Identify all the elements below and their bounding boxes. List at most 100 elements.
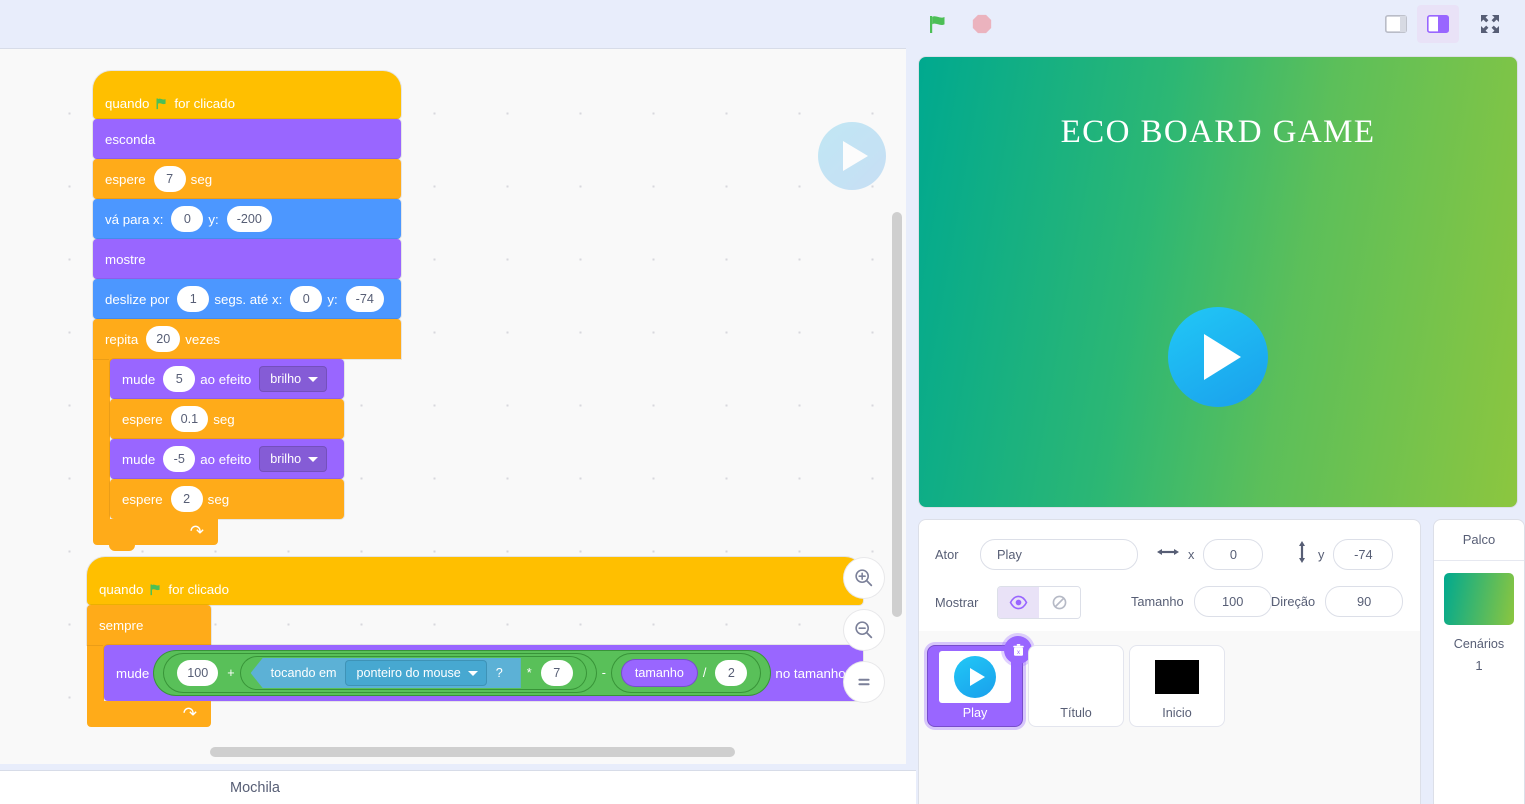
chevron-down-icon [308,376,319,382]
zoom-controls [844,558,884,702]
to-effect-label: ao efeito [200,371,252,387]
block-wait-2[interactable]: espere 2 seg [110,479,345,525]
glide-label: deslize por [105,291,170,307]
effect-value: brilho [270,372,302,386]
wait-label: espere [122,411,163,427]
block-glide-to-xy[interactable]: deslize por 1 segs. até x: 0 y: -74 [93,279,401,325]
stage-panel-header: Palco [1434,520,1524,561]
touching-label: tocando em [270,666,337,680]
forever-header[interactable]: sempre [87,605,211,651]
svg-text:x: x [1017,649,1020,655]
fullscreen-icon [1481,15,1499,33]
sprite-item-inicio[interactable]: Inicio [1129,645,1225,727]
sprite-item-titulo[interactable]: ECO BOARD GAME Título [1028,645,1124,727]
block-repeat-20[interactable]: repita 20 vezes mude 5 ao efeito brilho [93,319,401,551]
zoom-reset-button[interactable] [844,662,884,702]
block-show[interactable]: mostre [93,239,401,285]
green-flag-button[interactable] [922,8,954,40]
effect-dropdown[interactable]: brilho [259,446,328,472]
show-sprite-button[interactable] [998,587,1039,618]
size-input[interactable]: 100 [1193,586,1272,617]
sensing-touching-block[interactable]: tocando em ponteiro do mouse ? [250,658,521,688]
stop-button[interactable] [966,8,998,40]
add-left-input[interactable]: 100 [177,660,219,686]
block-change-brightness-down[interactable]: mude -5 ao efeito brilho [110,439,345,485]
wait-seconds-input[interactable]: 0.1 [170,406,209,432]
glide-seconds-input[interactable]: 1 [177,286,210,312]
fullscreen-button[interactable] [1469,5,1511,43]
wait-seconds-input[interactable]: 2 [170,486,203,512]
divide-sign: / [702,666,707,680]
size-reporter[interactable]: tamanho [621,660,697,686]
effect-amount-input[interactable]: 5 [163,366,196,392]
block-forever[interactable]: sempre mude 100 + tocando em ponteiro do… [87,605,863,727]
workspace-vertical-scrollbar[interactable] [892,212,902,617]
touching-target-dropdown[interactable]: ponteiro do mouse [345,660,487,686]
block-when-flag-clicked-2[interactable]: quando for clicado [87,557,863,611]
operator-subtract[interactable]: 100 + tocando em ponteiro do mouse ? * 7… [154,651,771,695]
y-input[interactable]: -74 [1333,539,1394,570]
direction-row: Direção 90 [1271,586,1404,617]
chevron-down-icon [308,456,319,462]
sprite-name-label: Inicio [1162,706,1192,720]
repeat-times-input[interactable]: 20 [146,326,181,352]
glide-to-x-label: segs. até x: [214,291,283,307]
block-wait-point-1[interactable]: espere 0.1 seg [110,399,345,445]
script-block-stack-2[interactable]: quando for clicado sempre mude 100 + toc… [87,557,863,727]
goto-y-input[interactable]: -200 [226,206,272,232]
block-wait-7[interactable]: espere 7 seg [93,159,401,205]
hide-label: esconda [105,131,156,147]
times-sign: * [526,666,532,680]
operator-multiply[interactable]: tocando em ponteiro do mouse ? * 7 [240,657,586,689]
sprite-watermark [818,122,886,190]
hide-sprite-button[interactable] [1039,587,1080,618]
clicked-label: for clicado [168,582,229,597]
sprite-name-input[interactable]: Play [980,539,1138,570]
operator-divide[interactable]: tamanho / 2 [611,654,761,692]
goto-x-input[interactable]: 0 [171,206,204,232]
repeat-label: repita [105,331,139,347]
wait-seconds-input[interactable]: 7 [153,166,186,192]
when-label: quando [99,582,144,597]
block-hide[interactable]: esconda [93,119,401,165]
script-block-stack-1[interactable]: quando for clicado esconda espere 7 seg [93,71,401,551]
glide-x-input[interactable]: 0 [290,286,323,312]
effect-amount-input[interactable]: -5 [163,446,196,472]
x-arrow-icon [1157,545,1179,564]
forever-footer: ↷ [87,701,211,727]
block-change-size-by[interactable]: mude 100 + tocando em ponteiro do mouse … [104,645,863,707]
glide-y-input[interactable]: -74 [345,286,384,312]
show-label: mostre [105,251,146,267]
backpack-bar[interactable]: Mochila [0,770,916,804]
code-workspace[interactable]: quando for clicado esconda espere 7 seg [0,48,906,764]
plus-sign: + [227,666,235,680]
stage-selector-panel[interactable]: Palco Cenários 1 [1433,519,1525,804]
block-when-flag-clicked-1[interactable]: quando for clicado [93,71,401,125]
show-label: Mostrar [935,595,979,610]
zoom-in-button[interactable] [844,558,884,598]
visibility-toggle-group [997,586,1081,619]
multiply-right-input[interactable]: 7 [540,660,573,686]
loop-arrow-icon: ↷ [182,704,197,723]
divide-right-input[interactable]: 2 [715,660,748,686]
wait-label: espere [105,171,146,187]
stage-play-sprite[interactable] [1168,307,1268,407]
backdrops-label: Cenários [1453,637,1505,651]
effect-dropdown[interactable]: brilho [259,366,328,392]
block-go-to-xy[interactable]: vá para x: 0 y: -200 [93,199,401,245]
normal-stage-button[interactable] [1417,5,1459,43]
size-label: Tamanho [1131,594,1184,609]
x-input[interactable]: 0 [1203,539,1264,570]
wait-label: espere [122,491,163,507]
stage-size-controls [1375,5,1511,43]
small-stage-button[interactable] [1375,5,1417,43]
zoom-out-button[interactable] [844,610,884,650]
workspace-horizontal-scrollbar[interactable] [210,747,735,757]
block-change-brightness-up[interactable]: mude 5 ao efeito brilho [110,359,345,405]
sprite-item-play[interactable]: x Play [927,636,1032,727]
repeat-header[interactable]: repita 20 vezes [93,319,401,365]
x-position-row: x 0 [1157,539,1264,570]
operator-add[interactable]: 100 + tocando em ponteiro do mouse ? * 7 [164,654,596,692]
stage-canvas[interactable]: ECO BOARD GAME [918,56,1518,508]
direction-input[interactable]: 90 [1325,586,1404,617]
